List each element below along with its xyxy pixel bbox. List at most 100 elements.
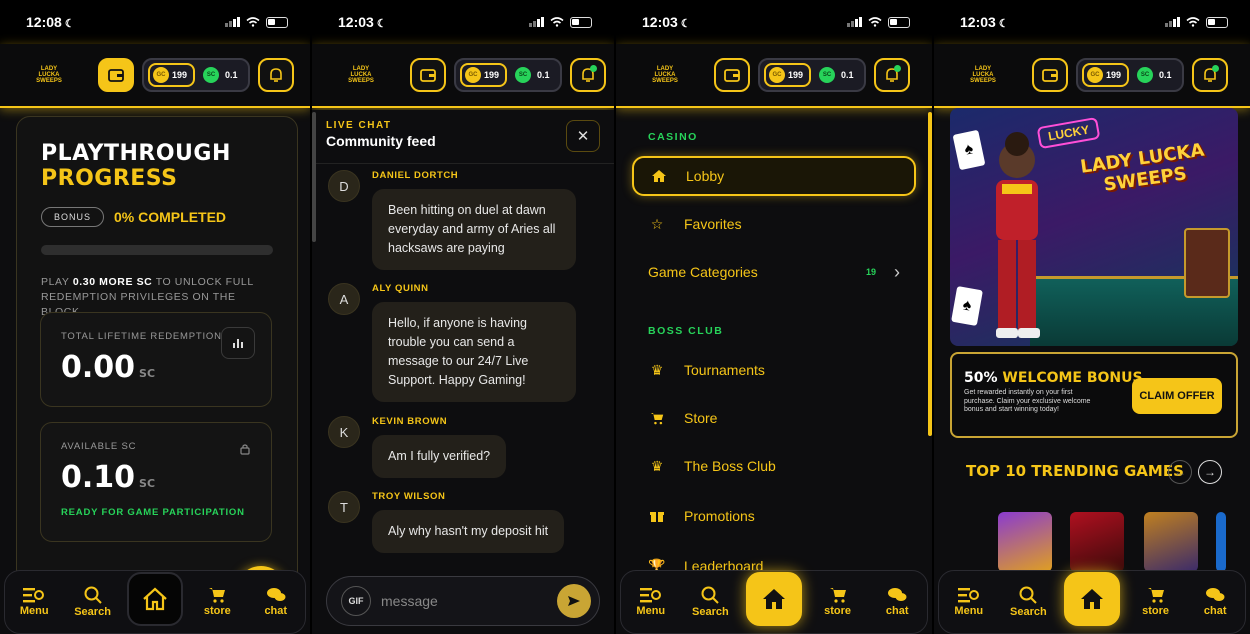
hero-banner[interactable]: ♠ ♠ LUCKY LADY LUCKA SWEEPS [950, 108, 1238, 346]
nav-chat[interactable]: chat [1191, 587, 1239, 617]
balance-box[interactable]: GC 199 SC 0.1 [758, 58, 866, 92]
nav-menu[interactable]: Menu [10, 587, 58, 617]
game-thumbnail[interactable] [1216, 512, 1226, 572]
status-bar: 12:03 ☾ [616, 0, 932, 44]
menu-item-game-categories[interactable]: Game Categories 19 › [632, 252, 916, 292]
message-input[interactable]: message [381, 593, 547, 609]
gold-coin-balance[interactable]: GC 199 [460, 63, 508, 87]
nav-store[interactable]: store [814, 587, 862, 617]
chat-kicker: LIVE CHAT [326, 120, 392, 131]
nav-menu[interactable]: Menu [627, 587, 675, 617]
search-icon [701, 586, 720, 604]
notification-dot [893, 65, 901, 72]
status-bar: 12:08 ☾ [0, 0, 310, 44]
brand-sign: LADY LUCKA SWEEPS [1078, 139, 1206, 196]
avatar: K [328, 416, 360, 448]
nav-chat[interactable]: chat [252, 587, 300, 617]
bonus-badge: BONUS [41, 207, 105, 227]
wallet-button[interactable] [714, 58, 750, 92]
menu-item-favorites[interactable]: ☆ Favorites [632, 204, 916, 244]
brand-logo[interactable]: LADY LUCKA SWEEPS [964, 64, 1002, 86]
message-author: TROY WILSON [372, 491, 446, 502]
menu-item-boss-club[interactable]: ♛ The Boss Club [632, 446, 916, 486]
wallet-icon [108, 69, 124, 82]
notifications-button[interactable] [569, 58, 606, 92]
menu-item-label: Game Categories [648, 264, 758, 280]
cart-icon [648, 412, 666, 425]
game-thumbnail[interactable] [1144, 512, 1198, 572]
gc-coin-icon: GC [1087, 67, 1103, 83]
welcome-bonus-card: 50% WELCOME BONUS Get rewarded instantly… [950, 352, 1238, 438]
sweeps-coin-balance[interactable]: SC 0.1 [817, 67, 860, 83]
menu-item-label: Favorites [684, 216, 742, 232]
sweeps-coin-balance[interactable]: SC 0.1 [513, 67, 556, 83]
menu-item-store[interactable]: Store [632, 398, 916, 438]
notification-dot [1211, 65, 1219, 72]
menu-item-promotions[interactable]: Promotions [632, 496, 916, 536]
system-icons [847, 16, 910, 28]
game-thumbnail[interactable] [998, 512, 1052, 572]
sweeps-coin-balance[interactable]: SC 0.1 [201, 67, 244, 83]
message-bubble: Been hitting on duel at dawn everyday an… [372, 189, 576, 270]
nav-home[interactable] [745, 572, 802, 626]
gold-coin-balance[interactable]: GC 199 [764, 63, 812, 87]
send-button[interactable] [557, 584, 591, 618]
menu-item-tournaments[interactable]: ♛ Tournaments [632, 350, 916, 390]
avatar: D [328, 170, 360, 202]
sweeps-coin-balance[interactable]: SC 0.1 [1135, 67, 1178, 83]
wallet-button[interactable] [410, 58, 446, 92]
balance-box[interactable]: GC 199 SC 0.1 [454, 58, 562, 92]
bar-chart-icon [233, 339, 243, 348]
notifications-button[interactable] [1191, 58, 1228, 92]
menu-scrollbar[interactable] [928, 112, 932, 436]
menu-item-lobby[interactable]: Lobby [632, 156, 916, 196]
nav-search[interactable]: Search [69, 586, 117, 618]
chat-message: D DANIEL DORTCH Been hitting on duel at … [328, 170, 576, 270]
sc-amount: 0.1 [841, 70, 854, 80]
playthrough-progress-bar [41, 245, 273, 255]
brand-logo[interactable]: LADY LUCKA SWEEPS [342, 64, 380, 86]
claim-offer-button[interactable]: CLAIM OFFER [1132, 378, 1222, 414]
message-author: ALY QUINN [372, 283, 429, 294]
chat-message: A ALY QUINN Hello, if anyone is having t… [328, 283, 576, 402]
gc-coin-icon: GC [153, 67, 169, 83]
brand-logo[interactable]: LADY LUCKA SWEEPS [30, 64, 68, 86]
wallet-button[interactable] [98, 58, 134, 92]
sc-coin-icon: SC [1137, 67, 1154, 83]
chart-button[interactable] [221, 327, 255, 359]
slot-machine-illustration [1184, 228, 1230, 298]
gc-coin-icon: GC [769, 67, 785, 83]
nav-home[interactable] [126, 572, 183, 626]
nav-search[interactable]: Search [686, 586, 734, 618]
nav-home[interactable] [1063, 572, 1120, 626]
carousel-next-button[interactable]: → [1198, 460, 1222, 484]
menu-item-label: Store [684, 410, 718, 426]
character-illustration [996, 132, 1040, 338]
gold-coin-balance[interactable]: GC 199 [148, 63, 196, 87]
avatar: T [328, 491, 360, 523]
close-button[interactable]: ✕ [566, 120, 600, 152]
chat-title: Community feed [326, 133, 436, 149]
menu-item-label: The Boss Club [684, 458, 776, 474]
nav-store[interactable]: store [193, 587, 241, 617]
gold-coin-balance[interactable]: GC 199 [1082, 63, 1130, 87]
balance-box[interactable]: GC 199 SC 0.1 [142, 58, 250, 92]
top-header: LADY LUCKA SWEEPS GC 199 SC 0.1 [0, 44, 310, 108]
notifications-button[interactable] [873, 58, 910, 92]
nav-store[interactable]: store [1132, 587, 1180, 617]
nav-menu[interactable]: Menu [945, 587, 993, 617]
notifications-button[interactable] [257, 58, 294, 92]
nav-search[interactable]: Search [1004, 586, 1052, 618]
carousel-prev-button[interactable]: ← [1168, 460, 1192, 484]
chat-message: K KEVIN BROWN Am I fully verified? [328, 416, 507, 478]
balance-box[interactable]: GC 199 SC 0.1 [1076, 58, 1184, 92]
game-thumbnail[interactable] [1070, 512, 1124, 572]
chat-icon [888, 588, 907, 601]
nav-chat[interactable]: chat [873, 587, 921, 617]
chat-scrollbar[interactable] [312, 112, 316, 242]
gif-button[interactable]: GIF [341, 586, 371, 616]
brand-logo[interactable]: LADY LUCKA SWEEPS [646, 64, 684, 86]
wallet-button[interactable] [1032, 58, 1068, 92]
menu-item-label: Lobby [686, 168, 725, 184]
panel-menu: 12:03 ☾ LADY LUCKA SWEEPS GC 199 SC 0.1 CASI… [616, 0, 932, 634]
